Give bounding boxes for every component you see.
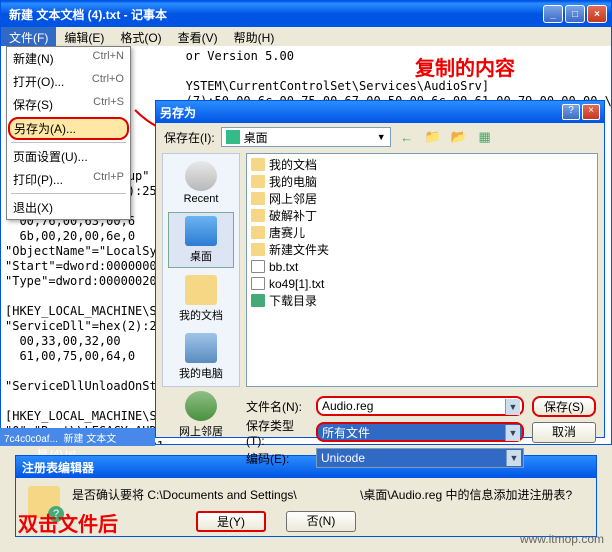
menu-item-exit[interactable]: 退出(X) [7,196,130,219]
save-dialog-title: 另存为 [160,104,562,121]
menu-item-print[interactable]: 打印(P)...Ctrl+P [7,168,130,191]
computer-icon [185,333,217,363]
textfile-icon [251,277,265,290]
list-item[interactable]: 网上邻居 [249,190,595,207]
list-item[interactable]: 我的电脑 [249,173,595,190]
cancel-button[interactable]: 取消 [532,422,596,443]
menu-file[interactable]: 文件(F) [1,27,56,46]
list-item[interactable]: 下载目录 [249,292,595,309]
network-icon [185,391,217,421]
folder-icon [251,243,265,256]
notepad-titlebar: 新建 文本文档 (4).txt - 记事本 _ □ × [1,1,611,27]
newfolder-icon[interactable]: 📂 [449,127,469,147]
save-dialog-titlebar: 另存为 ? × [156,101,604,123]
menu-item-save[interactable]: 保存(S)Ctrl+S [7,93,130,116]
minimize-button[interactable]: _ [543,5,563,23]
recent-icon [185,161,217,191]
place-desktop[interactable]: 桌面 [168,212,234,268]
menu-help[interactable]: 帮助(H) [226,27,283,46]
annotation-copied-content: 复制的内容 [415,52,515,81]
menu-item-saveas[interactable]: 另存为(A)... [8,117,129,140]
registry-title: 注册表编辑器 [22,459,94,476]
filetype-combo[interactable]: 所有文件▼ [316,422,524,442]
list-item[interactable]: 唐赛儿 [249,224,595,241]
filename-input[interactable]: Audio.reg▼ [316,396,524,416]
encoding-combo[interactable]: Unicode▼ [316,448,524,468]
watermark: www.itmop.com [520,532,604,546]
menu-view[interactable]: 查看(V) [170,27,226,46]
maximize-button[interactable]: □ [565,5,585,23]
place-recent[interactable]: Recent [168,158,234,208]
save-dialog-toolbar: 保存在(I): 桌面 ▼ ← 📁 📂 ▦ [156,123,604,151]
yes-button[interactable]: 是(Y) [196,511,266,532]
place-network[interactable]: 网上邻居 [168,388,234,442]
desktop-icon [226,130,240,144]
menu-format[interactable]: 格式(O) [112,27,169,46]
list-item[interactable]: 破解补丁 [249,207,595,224]
place-documents[interactable]: 我的文档 [168,272,234,326]
registry-message: 是否确认要将 C:\Documents and Settings\ \桌面\Au… [72,486,584,503]
list-item[interactable]: ko49[1].txt [249,275,595,292]
chevron-down-icon[interactable]: ▼ [505,399,520,415]
lookin-combo[interactable]: 桌面 ▼ [221,127,391,147]
no-button[interactable]: 否(N) [286,511,356,532]
close-button[interactable]: × [587,5,607,23]
documents-icon [185,275,217,305]
menu-separator [11,193,126,194]
place-computer[interactable]: 我的电脑 [168,330,234,384]
menu-item-pagesetup[interactable]: 页面设置(U)... [7,145,130,168]
list-item[interactable]: 我的文档 [249,156,595,173]
folder-icon [251,192,265,205]
help-button[interactable]: ? [562,104,580,120]
filetype-label: 保存类型(T): [246,417,308,448]
list-item[interactable]: bb.txt [249,258,595,275]
notepad-menubar: 文件(F) 编辑(E) 格式(O) 查看(V) 帮助(H) [1,27,611,47]
chevron-down-icon[interactable]: ▼ [506,450,521,466]
file-list[interactable]: 我的文档 我的电脑 网上邻居 破解补丁 唐赛儿 新建文件夹 bb.txt ko4… [246,153,598,387]
taskbar-item[interactable]: 7c4c0c0af... 新建 文本文 档 (4).txt ... [0,428,155,446]
encoding-label: 编码(E): [246,450,308,467]
chevron-down-icon: ▼ [377,132,386,142]
file-menu-dropdown: 新建(N)Ctrl+N 打开(O)...Ctrl+O 保存(S)Ctrl+S 另… [6,46,131,220]
download-icon [251,294,265,307]
folder-icon [251,158,265,171]
annotation-doubleclick: 双击文件后 [18,508,118,537]
filename-label: 文件名(N): [246,398,308,415]
list-item[interactable]: 新建文件夹 [249,241,595,258]
menu-edit[interactable]: 编辑(E) [56,27,112,46]
up-icon[interactable]: 📁 [423,127,443,147]
textfile-icon [251,260,265,273]
places-bar: Recent 桌面 我的文档 我的电脑 网上邻居 [162,153,240,387]
menu-item-open[interactable]: 打开(O)...Ctrl+O [7,70,130,93]
folder-icon [251,226,265,239]
folder-icon [251,209,265,222]
save-as-dialog: 另存为 ? × 保存在(I): 桌面 ▼ ← 📁 📂 ▦ Recent 桌面 我… [155,100,605,438]
views-icon[interactable]: ▦ [475,127,495,147]
menu-item-new[interactable]: 新建(N)Ctrl+N [7,47,130,70]
chevron-down-icon[interactable]: ▼ [505,425,520,441]
lookin-label: 保存在(I): [164,129,215,146]
desktop-icon [185,216,217,246]
back-icon[interactable]: ← [397,127,417,147]
dialog-close-button[interactable]: × [582,104,600,120]
menu-separator [11,142,126,143]
folder-icon [251,175,265,188]
save-button[interactable]: 保存(S) [532,396,596,417]
notepad-title: 新建 文本文档 (4).txt - 记事本 [5,6,543,23]
